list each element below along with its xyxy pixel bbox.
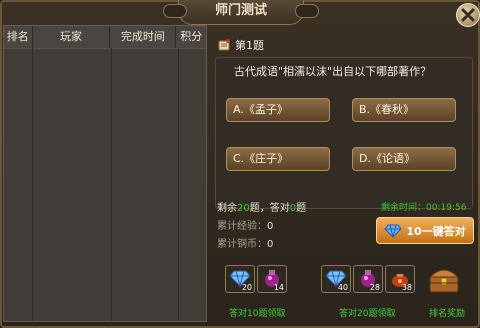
reward-slot[interactable]: 28: [353, 265, 383, 293]
diamond-icon: [384, 224, 403, 238]
question-panel: 第1题 古代成语"相濡以沫"出自以下哪部著作？ A.《孟子》 B.《春秋》 C.…: [211, 25, 475, 322]
one-click-answer-button[interactable]: 10一键答对: [376, 217, 474, 244]
reward-slot[interactable]: 14: [257, 265, 287, 293]
close-button[interactable]: [456, 3, 480, 27]
col-score: 积分: [180, 30, 203, 43]
reward-slot[interactable]: 38: [385, 265, 415, 293]
accumulated-coins: 累计铜币：0: [217, 239, 274, 250]
remaining-questions: 剩余20题，答对0题: [217, 203, 307, 214]
reward-slot[interactable]: 20: [225, 265, 255, 293]
reward-group1-label: 答对10题领取: [229, 309, 286, 319]
question-text: 古代成语"相濡以沫"出自以下哪部著作？: [234, 65, 432, 78]
option-d-button[interactable]: D.《论语》: [352, 147, 456, 171]
question-number: 第1题: [217, 37, 264, 53]
ranking-header: 排名 玩家 完成时间 积分: [4, 26, 206, 49]
col-player: 玩家: [33, 26, 111, 48]
col-time: 完成时间: [110, 26, 177, 48]
reward-slot[interactable]: 40: [321, 265, 351, 293]
one-click-answer-label: 10一键答对: [406, 224, 466, 238]
rank-reward-label: 排名奖励: [429, 309, 466, 319]
dialog-title: 师门测试: [163, 0, 319, 25]
option-a-button[interactable]: A.《孟子》: [226, 98, 330, 122]
column-divider: [178, 48, 179, 321]
rank-reward-chest[interactable]: [427, 263, 461, 295]
treasure-chest-icon: [428, 269, 460, 293]
close-icon: [461, 8, 475, 22]
ranking-panel: 排名 玩家 完成时间 积分: [3, 25, 207, 322]
remaining-time: 剩余时间：00:19:56: [381, 203, 467, 213]
accumulated-exp: 累计经验：0: [217, 221, 274, 232]
option-b-button[interactable]: B.《春秋》: [352, 98, 456, 122]
column-divider: [111, 48, 112, 321]
col-rank: 排名: [4, 26, 33, 48]
reward-group2-label: 答对20题领取: [339, 309, 396, 319]
column-divider: [32, 48, 33, 321]
question-box: 古代成语"相濡以沫"出自以下哪部著作？ A.《孟子》 B.《春秋》 C.《庄子》…: [215, 57, 473, 209]
scroll-icon: [218, 39, 230, 51]
question-number-label: 第1题: [235, 39, 264, 52]
option-c-button[interactable]: C.《庄子》: [226, 147, 330, 171]
